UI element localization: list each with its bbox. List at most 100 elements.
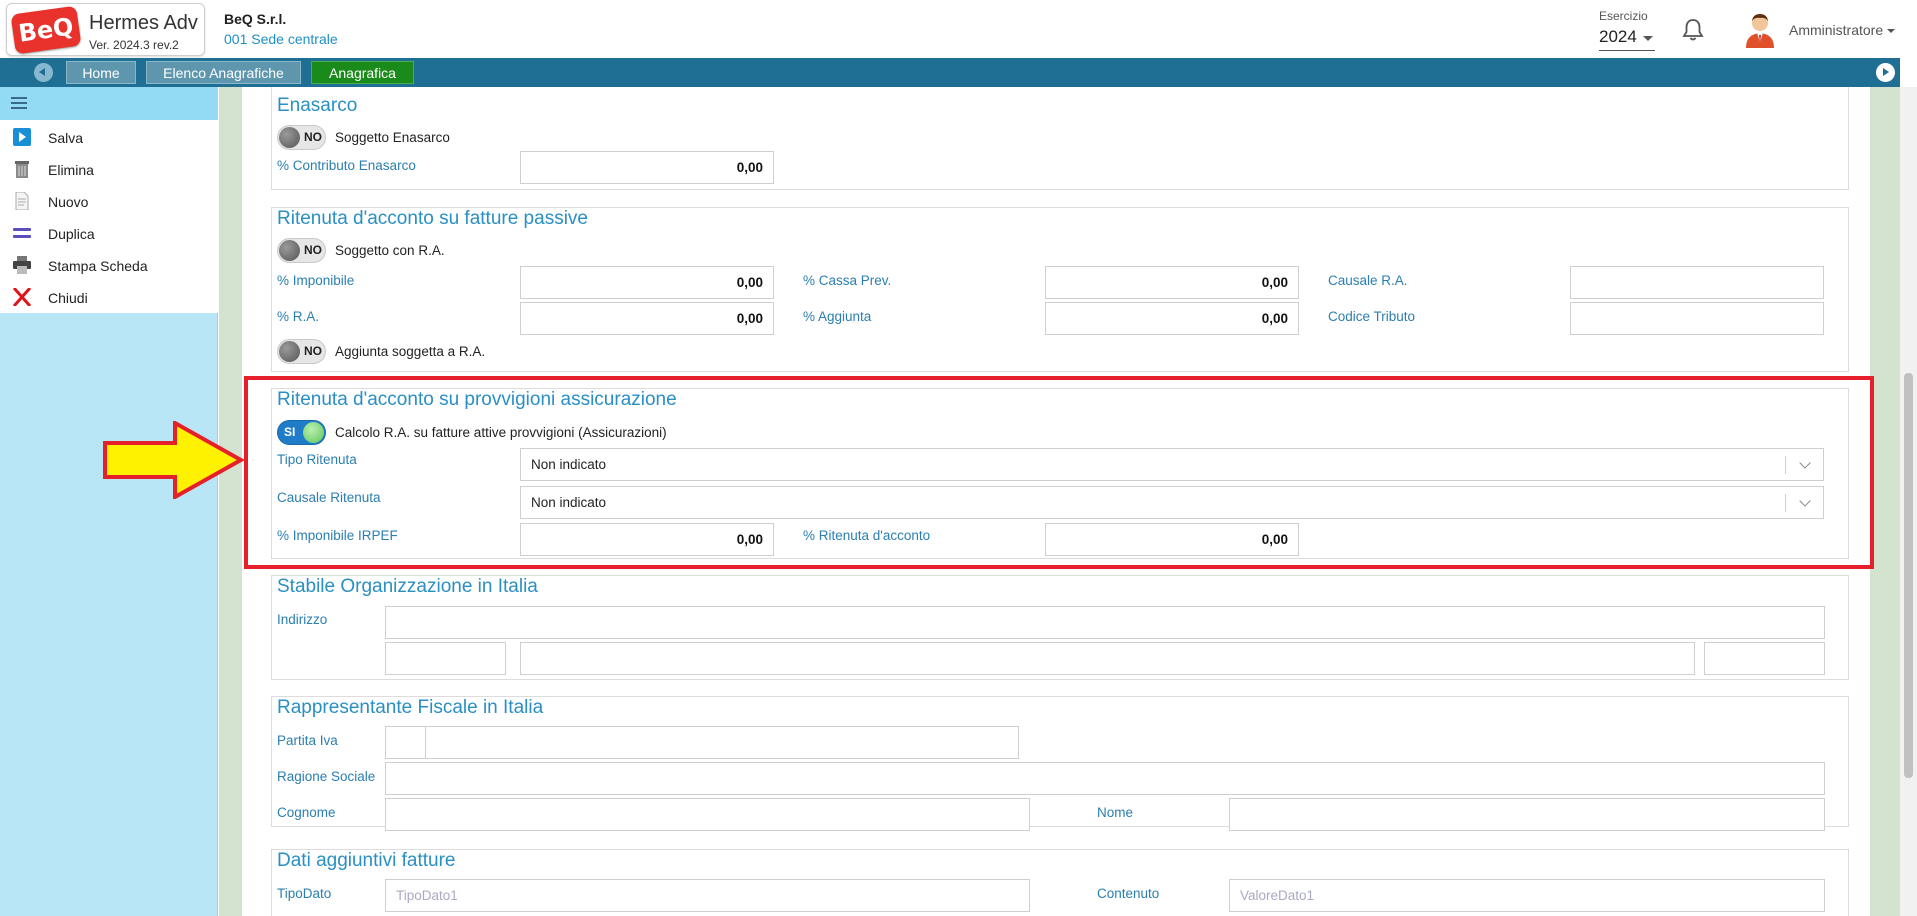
sidebar-item-stampa-scheda[interactable]: Stampa Scheda	[0, 248, 218, 280]
highlight-box	[244, 376, 1874, 569]
sidebar-item-salva[interactable]: Salva	[0, 120, 218, 152]
nome-field[interactable]	[1229, 798, 1825, 831]
chevron-down-icon	[1643, 36, 1653, 41]
arrow-right-icon	[103, 421, 245, 499]
sidebar-item-elimina[interactable]: Elimina	[0, 152, 218, 184]
sidebar-item-label: Salva	[48, 130, 84, 146]
nav-back-icon[interactable]	[34, 63, 53, 82]
ra-percent-label: % R.A.	[277, 309, 320, 324]
equals-icon	[13, 228, 31, 238]
causale-ra-field[interactable]	[1570, 266, 1824, 299]
sidebar-item-label: Duplica	[48, 226, 95, 242]
ragione-sociale-field[interactable]	[385, 762, 1825, 795]
company-name: BeQ S.r.l.	[224, 11, 287, 27]
indirizzo-label: Indirizzo	[277, 612, 328, 627]
section-title: Enasarco	[277, 95, 358, 116]
sidebar-item-chiudi[interactable]: Chiudi	[0, 280, 218, 312]
section-title: Dati aggiuntivi fatture	[277, 850, 456, 871]
cassa-prev-label: % Cassa Prev.	[803, 273, 892, 288]
vertical-scrollbar[interactable]	[1900, 87, 1917, 916]
esercizio-label: Esercizio	[1599, 9, 1648, 23]
esercizio-select[interactable]: 2024	[1599, 27, 1655, 51]
bell-icon[interactable]	[1680, 17, 1706, 43]
nav-bar: Home Elenco Anagrafiche Anagrafica	[0, 58, 1900, 87]
sidebar-menu: Salva Elimina Nuovo Duplica Stampa Sched…	[0, 120, 218, 313]
top-bar: BeQ Hermes Adv Ver. 2024.3 rev.2 BeQ S.r…	[0, 0, 1917, 58]
user-menu[interactable]: Amministratore	[1789, 22, 1896, 38]
tab-anagrafica[interactable]: Anagrafica	[311, 61, 414, 84]
sidebar-header	[0, 87, 218, 120]
printer-icon	[13, 256, 31, 274]
toggle-value: NO	[304, 243, 322, 257]
section-ra-passive: Ritenuta d'acconto su fatture passive NO…	[271, 207, 1849, 372]
section-enasarco: Enasarco NO Soggetto Enasarco % Contribu…	[271, 87, 1849, 190]
sidebar-item-label: Nuovo	[48, 194, 89, 210]
beq-logo: BeQ	[10, 5, 82, 55]
play-icon	[13, 128, 31, 146]
tipodato-field[interactable]: TipoDato1	[385, 879, 1030, 912]
cassa-prev-field[interactable]: 0,00	[1045, 266, 1299, 299]
toggle-label: Soggetto con R.A.	[335, 243, 445, 258]
section-rappresentante-fiscale: Rappresentante Fiscale in Italia Partita…	[271, 696, 1849, 831]
causale-ra-label: Causale R.A.	[1328, 273, 1408, 288]
toggle-label: Aggiunta soggetta a R.A.	[335, 344, 486, 359]
imponibile-field[interactable]: 0,00	[520, 266, 774, 299]
contenuto-field[interactable]: ValoreDato1	[1229, 879, 1825, 912]
provincia-field[interactable]	[1704, 642, 1825, 675]
toggle-knob	[279, 240, 300, 261]
toggle-value: NO	[304, 344, 322, 358]
toggle-label: Soggetto Enasarco	[335, 130, 450, 145]
chevron-down-icon	[1887, 29, 1896, 34]
app-logo-box[interactable]: BeQ Hermes Adv Ver. 2024.3 rev.2	[6, 3, 205, 56]
contributo-enasarco-field[interactable]: 0,00	[520, 151, 774, 184]
user-avatar-icon[interactable]	[1743, 12, 1777, 48]
toggle-soggetto-enasarco[interactable]: NO	[277, 125, 326, 150]
toggle-soggetto-ra[interactable]: NO	[277, 238, 326, 263]
tab-elenco-anagrafiche[interactable]: Elenco Anagrafiche	[146, 61, 301, 84]
sidebar-item-duplica[interactable]: Duplica	[0, 216, 218, 248]
section-title: Ritenuta d'acconto su fatture passive	[277, 208, 588, 229]
aggiunta-label: % Aggiunta	[803, 309, 872, 324]
partita-iva-field[interactable]	[425, 726, 1019, 759]
section-stabile-organizzazione: Stabile Organizzazione in Italia Indiriz…	[271, 575, 1849, 680]
cap-field[interactable]	[385, 642, 506, 675]
ragione-sociale-label: Ragione Sociale	[277, 769, 376, 784]
user-name: Amministratore	[1789, 22, 1884, 38]
sidebar: Salva Elimina Nuovo Duplica Stampa Sched…	[0, 87, 218, 916]
tipodato-label: TipoDato	[277, 886, 332, 901]
esercizio-value: 2024	[1599, 27, 1637, 46]
toggle-aggiunta-soggetta-ra[interactable]: NO	[277, 339, 326, 364]
cognome-label: Cognome	[277, 805, 336, 820]
contributo-enasarco-label: % Contributo Enasarco	[277, 158, 416, 173]
section-title: Stabile Organizzazione in Italia	[277, 576, 538, 597]
nav-forward-icon[interactable]	[1876, 63, 1895, 82]
trash-icon	[15, 161, 29, 178]
sidebar-item-label: Chiudi	[48, 290, 88, 306]
contenuto-label: Contenuto	[1097, 886, 1160, 901]
sidebar-item-label: Elimina	[48, 162, 94, 178]
aggiunta-field[interactable]: 0,00	[1045, 302, 1299, 335]
partita-iva-prefix-field[interactable]	[385, 726, 426, 759]
branch-link[interactable]: 001 Sede centrale	[224, 31, 338, 47]
section-title: Rappresentante Fiscale in Italia	[277, 697, 544, 718]
app-version: Ver. 2024.3 rev.2	[89, 38, 179, 52]
codice-tributo-field[interactable]	[1570, 302, 1824, 335]
codice-tributo-label: Codice Tributo	[1328, 309, 1416, 324]
tab-home[interactable]: Home	[66, 61, 136, 84]
scrollbar-thumb[interactable]	[1904, 373, 1913, 778]
toggle-value: NO	[304, 130, 322, 144]
close-icon	[12, 288, 32, 306]
section-dati-aggiuntivi: Dati aggiuntivi fatture TipoDato TipoDat…	[271, 849, 1849, 916]
app-name: Hermes Adv	[89, 12, 198, 34]
indirizzo-field[interactable]	[385, 606, 1825, 639]
toggle-knob	[279, 127, 300, 148]
sidebar-item-nuovo[interactable]: Nuovo	[0, 184, 218, 216]
toggle-knob	[279, 341, 300, 362]
cognome-field[interactable]	[385, 798, 1030, 831]
partita-iva-label: Partita Iva	[277, 733, 338, 748]
citta-field[interactable]	[520, 642, 1695, 675]
imponibile-label: % Imponibile	[277, 273, 355, 288]
ra-percent-field[interactable]: 0,00	[520, 302, 774, 335]
hamburger-menu-icon[interactable]	[11, 97, 27, 109]
sidebar-item-label: Stampa Scheda	[48, 258, 148, 274]
